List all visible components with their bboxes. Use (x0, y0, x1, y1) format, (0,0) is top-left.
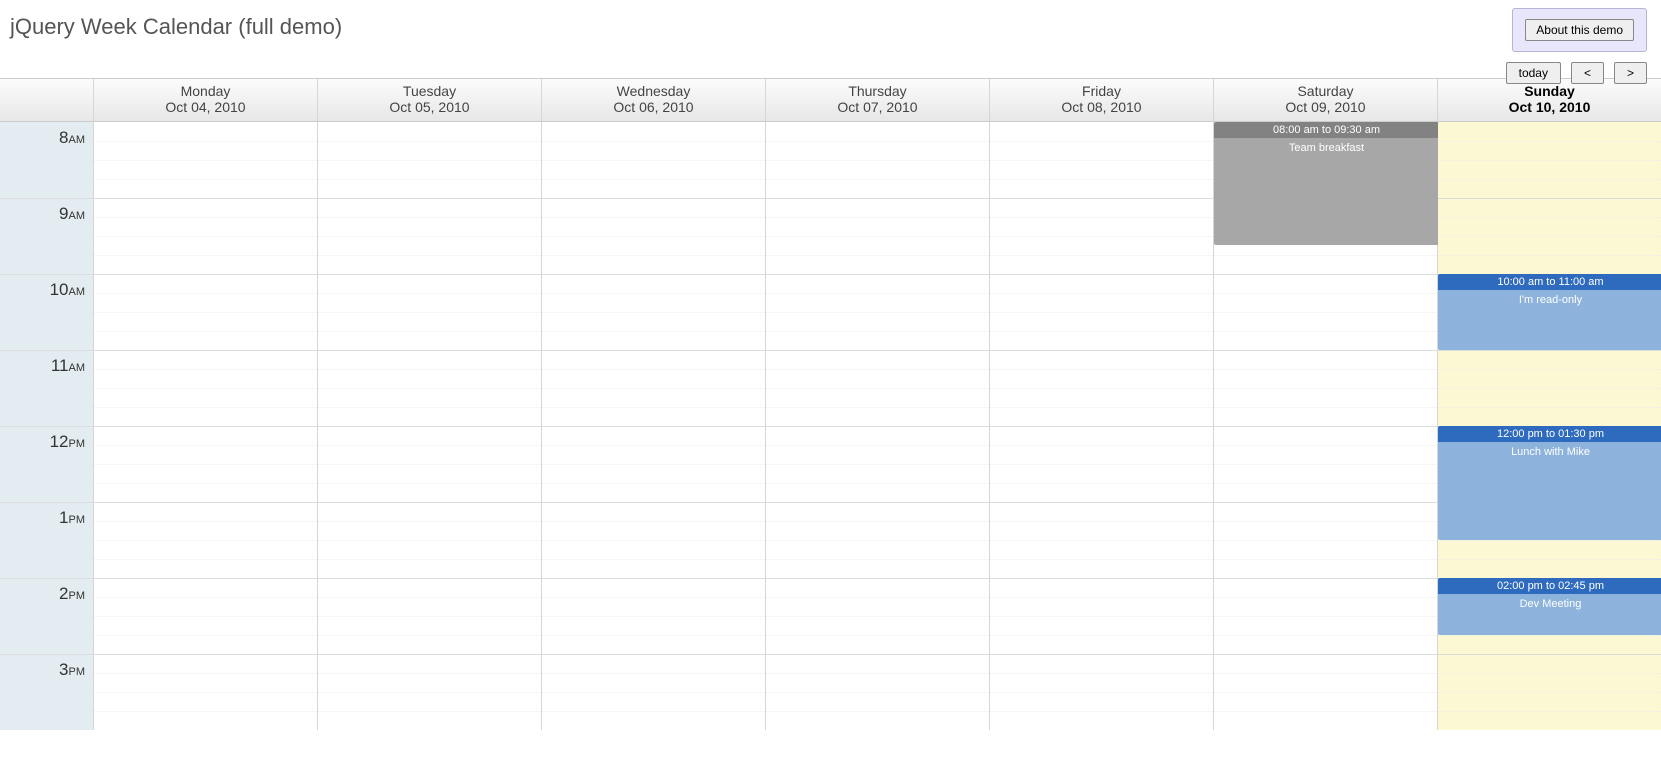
day-header-dow: Friday (990, 83, 1213, 99)
day-header-3: ThursdayOct 07, 2010 (766, 79, 990, 121)
day-header-date: Oct 06, 2010 (542, 99, 765, 115)
day-header-date: Oct 07, 2010 (766, 99, 989, 115)
event-time: 02:00 pm to 02:45 pm (1438, 578, 1661, 594)
day-header-dow: Sunday (1438, 83, 1661, 99)
event-time: 10:00 am to 11:00 am (1438, 274, 1661, 290)
day-column-1[interactable] (318, 122, 542, 730)
day-header-6: SundayOct 10, 2010 (1438, 79, 1661, 121)
time-label-10am: 10AM (0, 280, 93, 300)
day-column-6[interactable]: 10:00 am to 11:00 amI'm read-only 12:00 p… (1438, 122, 1661, 730)
top-right-controls: About this demo today < > (1506, 8, 1647, 84)
event-title: Lunch with Mike (1438, 442, 1661, 462)
day-column-3[interactable] (766, 122, 990, 730)
event-time: 12:00 pm to 01:30 pm (1438, 426, 1661, 442)
about-button[interactable]: About this demo (1525, 19, 1634, 41)
day-header-dow: Wednesday (542, 83, 765, 99)
event-title: I'm read-only (1438, 290, 1661, 310)
day-header-date: Oct 10, 2010 (1438, 99, 1661, 115)
day-header-0: MondayOct 04, 2010 (94, 79, 318, 121)
day-header-dow: Monday (94, 83, 317, 99)
day-column-5[interactable]: 08:00 am to 09:30 amTeam breakfast (1214, 122, 1438, 730)
today-button[interactable]: today (1506, 62, 1561, 84)
about-box: About this demo (1512, 8, 1647, 52)
prev-button[interactable]: < (1571, 62, 1604, 84)
next-button[interactable]: > (1614, 62, 1647, 84)
day-header-1: TuesdayOct 05, 2010 (318, 79, 542, 121)
day-header-date: Oct 09, 2010 (1214, 99, 1437, 115)
event-time: 08:00 am to 09:30 am (1214, 122, 1439, 138)
day-header-5: SaturdayOct 09, 2010 (1214, 79, 1438, 121)
time-label-3pm: 3PM (0, 660, 93, 680)
time-label-11am: 11AM (0, 356, 93, 376)
time-gutter-header (0, 79, 94, 121)
day-header-2: WednesdayOct 06, 2010 (542, 79, 766, 121)
day-header-date: Oct 04, 2010 (94, 99, 317, 115)
event-title: Dev Meeting (1438, 594, 1661, 614)
day-header-date: Oct 05, 2010 (318, 99, 541, 115)
day-header-dow: Tuesday (318, 83, 541, 99)
time-label-2pm: 2PM (0, 584, 93, 604)
day-column-4[interactable] (990, 122, 1214, 730)
time-label-12pm: 12PM (0, 432, 93, 452)
event-2[interactable]: 12:00 pm to 01:30 pmLunch with Mike (1438, 426, 1661, 540)
day-column-2[interactable] (542, 122, 766, 730)
time-gutter: 8AM 9AM 10AM 11AM 12PM 1PM 2PM 3PM (0, 122, 94, 730)
day-column-0[interactable] (94, 122, 318, 730)
page-title: jQuery Week Calendar (full demo) (0, 0, 1661, 40)
time-label-9am: 9AM (0, 204, 93, 224)
event-title: Team breakfast (1214, 138, 1439, 158)
event-3[interactable]: 02:00 pm to 02:45 pmDev Meeting (1438, 578, 1661, 635)
day-header-dow: Thursday (766, 83, 989, 99)
time-label-1pm: 1PM (0, 508, 93, 528)
day-header-dow: Saturday (1214, 83, 1437, 99)
day-header-4: FridayOct 08, 2010 (990, 79, 1214, 121)
calendar-header-row: MondayOct 04, 2010TuesdayOct 05, 2010Wed… (0, 78, 1661, 122)
event-1[interactable]: 10:00 am to 11:00 amI'm read-only (1438, 274, 1661, 350)
event-0[interactable]: 08:00 am to 09:30 amTeam breakfast (1214, 122, 1439, 245)
calendar-body: 8AM 9AM 10AM 11AM 12PM 1PM 2PM 3PM 08:00 am to … (0, 122, 1661, 730)
nav-row: today < > (1506, 62, 1647, 84)
day-header-date: Oct 08, 2010 (990, 99, 1213, 115)
time-label-8am: 8AM (0, 128, 93, 148)
calendar: MondayOct 04, 2010TuesdayOct 05, 2010Wed… (0, 78, 1661, 730)
